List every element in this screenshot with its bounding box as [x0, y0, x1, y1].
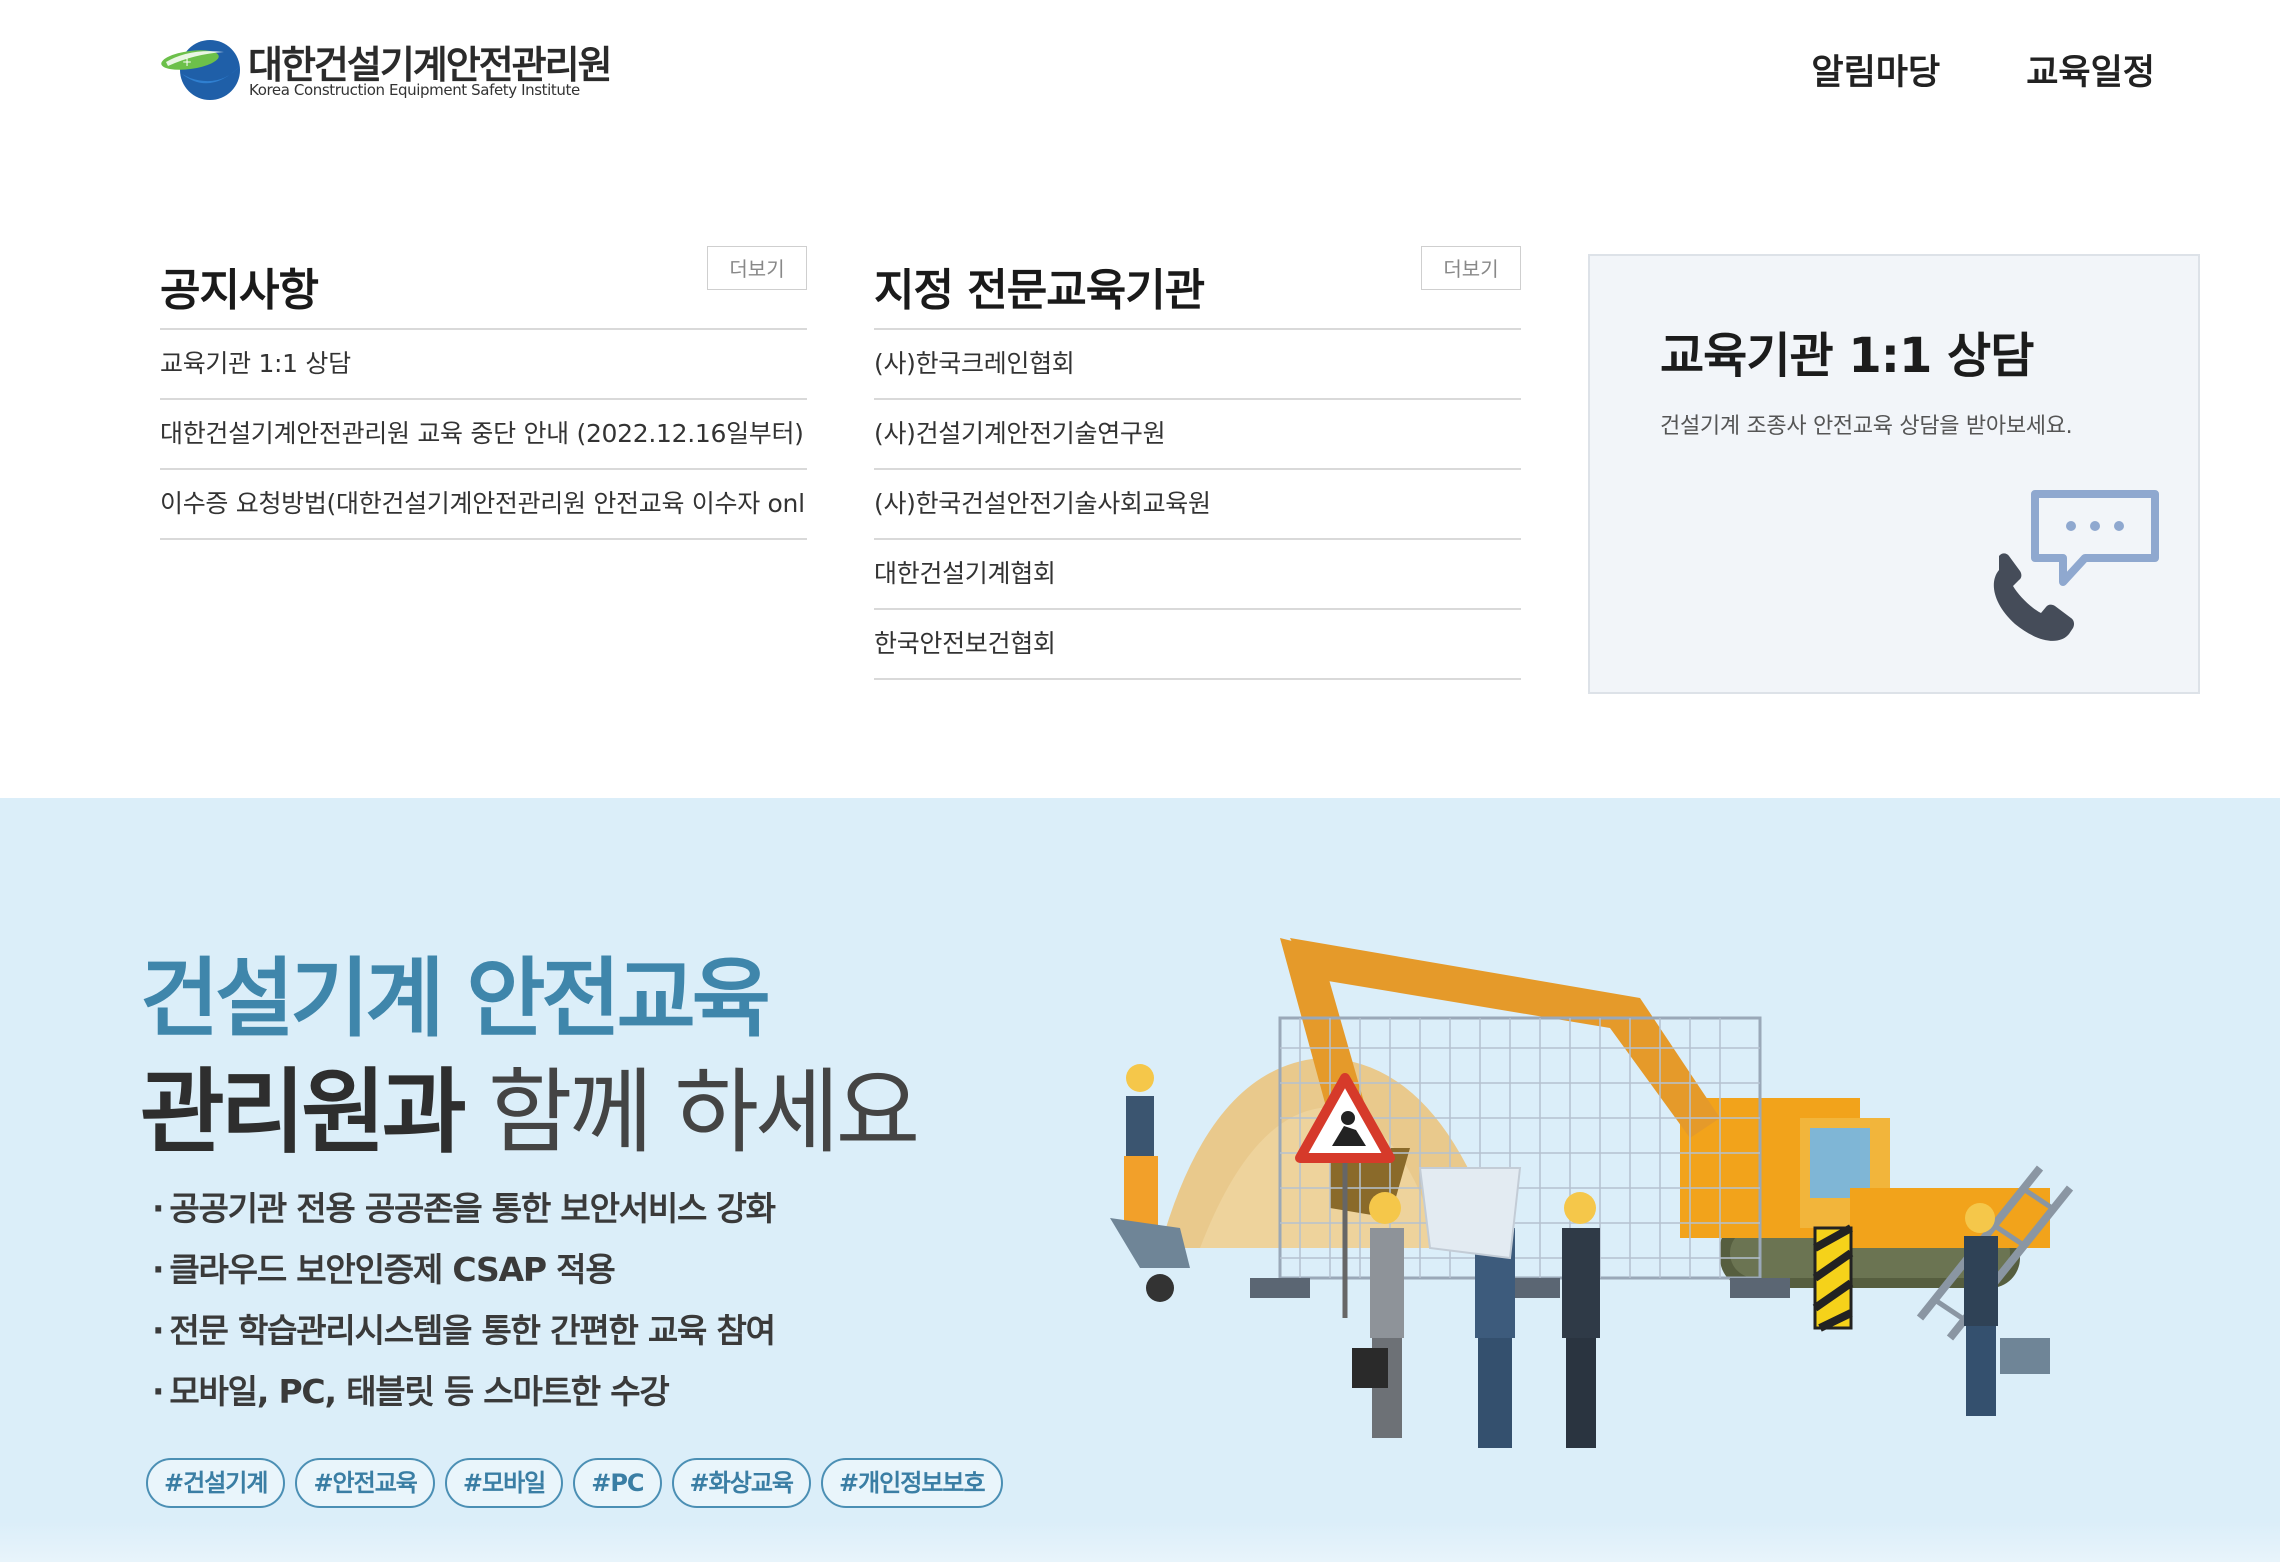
nav-item-schedule[interactable]: 교육일정	[2026, 44, 2155, 95]
tag-video-education[interactable]: #화상교육	[671, 1458, 811, 1508]
notice-more-button[interactable]: 더보기	[707, 246, 807, 290]
logo-emblem-icon: +	[161, 40, 240, 100]
institution-item[interactable]: (사)건설기계안전기술연구원	[874, 400, 1521, 470]
banner-feature: 클라우드 보안인증제 CSAP 적용	[152, 1239, 775, 1300]
banner-feature-list: 공공기관 전용 공공존을 통한 보안서비스 강화 클라우드 보안인증제 CSAP…	[152, 1178, 776, 1422]
consult-description: 건설기계 조종사 안전교육 상담을 받아보세요.	[1660, 414, 2073, 439]
institution-list: (사)한국크레인협회 (사)건설기계안전기술연구원 (사)한국건설안전기술사회교…	[874, 328, 1521, 680]
banner-feature: 전문 학습관리시스템을 통한 간편한 교육 참여	[152, 1300, 776, 1361]
tag-safety-education[interactable]: #안전교육	[295, 1458, 435, 1508]
main-nav: 알림마당 교육일정	[1811, 44, 2155, 95]
tag-pc[interactable]: #PC	[573, 1458, 662, 1508]
notice-board: 공지사항 더보기 교육기관 1:1 상담 대한건설기계안전관리원 교육 중단 안…	[160, 240, 807, 540]
tag-mobile[interactable]: #모바일	[444, 1458, 564, 1508]
banner-tags: #건설기계 #안전교육 #모바일 #PC #화상교육 #개인정보보호	[146, 1458, 1003, 1508]
consult-card[interactable]: 교육기관 1:1 상담 건설기계 조종사 안전교육 상담을 받아보세요.	[1588, 254, 2200, 694]
banner-feature: 모바일, PC, 태블릿 등 스마트한 수강	[152, 1361, 775, 1422]
institution-board: 지정 전문교육기관 더보기 (사)한국크레인협회 (사)건설기계안전기술연구원 …	[874, 240, 1521, 680]
banner-bottom-fade	[0, 1522, 2280, 1562]
tag-construction-machinery[interactable]: #건설기계	[146, 1458, 286, 1508]
phone-chat-icon	[1993, 490, 2159, 641]
institution-item[interactable]: 대한건설기계협회	[874, 540, 1521, 610]
notice-list: 교육기관 1:1 상담 대한건설기계안전관리원 교육 중단 안내 (2022.1…	[160, 328, 807, 540]
consult-title: 교육기관 1:1 상담	[1660, 328, 2034, 384]
banner-subline-light: 함께 하세요	[487, 1059, 920, 1166]
banner-subline: 관리원과 함께 하세요	[140, 1038, 920, 1171]
institution-item[interactable]: 한국안전보건협회	[874, 610, 1521, 680]
institution-more-button[interactable]: 더보기	[1421, 246, 1521, 290]
institution-item[interactable]: (사)한국크레인협회	[874, 330, 1521, 400]
institution-item[interactable]: (사)한국건설안전기술사회교육원	[874, 470, 1521, 540]
notice-item[interactable]: 대한건설기계안전관리원 교육 중단 안내 (2022.12.16일부터)	[160, 400, 807, 470]
construction-site-illustration	[1110, 938, 2074, 1448]
tag-privacy[interactable]: #개인정보보호	[820, 1458, 1003, 1508]
banner-feature: 공공기관 전용 공공존을 통한 보안서비스 강화	[152, 1178, 776, 1239]
logo-english-name: Korea Construction Equipment Safety Inst…	[249, 81, 580, 99]
nav-item-notices[interactable]: 알림마당	[1811, 44, 1940, 95]
notice-item[interactable]: 교육기관 1:1 상담	[160, 330, 807, 400]
svg-text:+: +	[182, 55, 192, 69]
banner-subline-bold: 관리원과	[140, 1059, 467, 1166]
notice-item[interactable]: 이수증 요청방법(대한건설기계안전관리원 안전교육 이수자 onl	[160, 470, 807, 540]
banner-headline: 건설기계 안전교육	[140, 949, 771, 1049]
site-logo[interactable]: + 대한건설기계안전관리원 Korea Construction Equipme…	[160, 34, 613, 106]
promo-banner: 건설기계 안전교육 관리원과 함께 하세요 공공기관 전용 공공존을 통한 보안…	[0, 798, 2280, 1562]
